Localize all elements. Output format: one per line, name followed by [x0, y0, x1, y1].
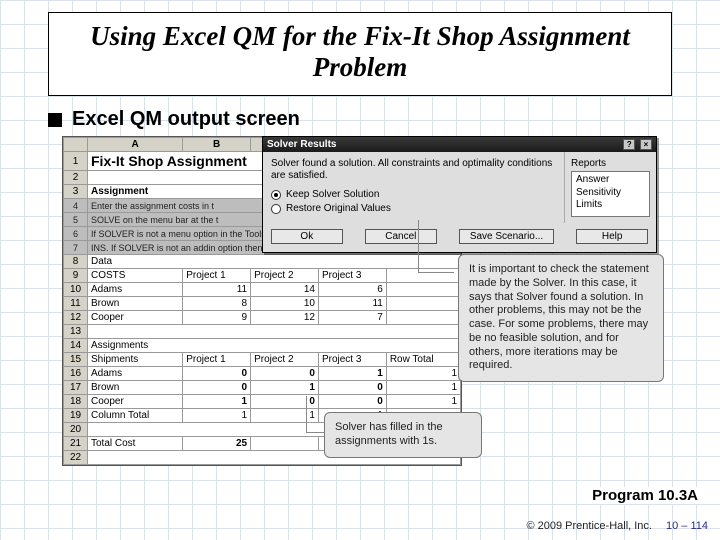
save-scenario-button[interactable]: Save Scenario...: [459, 229, 554, 244]
leader-line: [306, 396, 307, 432]
figure-stage: A B C D E 1Fix-It Shop Assignment 2 3Ass…: [62, 136, 660, 476]
reports-label: Reports: [571, 158, 650, 169]
report-option[interactable]: Sensitivity: [576, 187, 645, 200]
radio-restore-label: Restore Original Values: [286, 203, 391, 214]
leader-line: [306, 432, 324, 433]
col-B: B: [183, 138, 251, 152]
callout-solver-statement: It is important to check the statement m…: [458, 254, 664, 382]
slide-title: Using Excel QM for the Fix-It Shop Assig…: [59, 21, 661, 83]
assignments-label: Assignments: [88, 339, 461, 353]
close-icon[interactable]: ×: [640, 139, 652, 150]
cancel-button[interactable]: Cancel: [365, 229, 437, 244]
copyright: © 2009 Prentice-Hall, Inc.: [526, 520, 652, 532]
bullet-row: Excel QM output screen: [48, 108, 300, 131]
dialog-titlebar: Solver Results ? ×: [263, 137, 656, 152]
radio-restore-values[interactable]: Restore Original Values: [271, 203, 556, 214]
solver-message: Solver found a solution. All constraints…: [271, 158, 556, 181]
slide-footer: © 2009 Prentice-Hall, Inc. 10 – 114: [526, 520, 708, 532]
callout-filled-assignments: Solver has filled in the assignments wit…: [324, 412, 482, 458]
solver-results-dialog: Solver Results ? × Solver found a soluti…: [262, 136, 657, 253]
col-A: A: [88, 138, 183, 152]
dialog-title: Solver Results: [267, 139, 336, 150]
ok-button[interactable]: Ok: [271, 229, 343, 244]
radio-dot-icon: [271, 204, 281, 214]
leader-line: [418, 272, 454, 273]
page-number: 10 – 114: [666, 520, 708, 532]
corner-cell: [64, 138, 88, 152]
bullet-square-icon: [48, 113, 62, 127]
radio-keep-solution[interactable]: Keep Solver Solution: [271, 189, 556, 200]
radio-dot-icon: [271, 190, 281, 200]
slide-title-box: Using Excel QM for the Fix-It Shop Assig…: [48, 12, 672, 96]
help-button[interactable]: Help: [576, 229, 648, 244]
program-label: Program 10.3A: [590, 487, 700, 504]
report-option[interactable]: Answer: [576, 174, 645, 187]
reports-listbox[interactable]: Answer Sensitivity Limits: [571, 171, 650, 217]
leader-line: [418, 220, 419, 272]
bullet-text: Excel QM output screen: [72, 108, 300, 131]
data-label: Data: [88, 255, 461, 269]
radio-keep-label: Keep Solver Solution: [286, 189, 379, 200]
help-icon[interactable]: ?: [623, 139, 635, 150]
report-option[interactable]: Limits: [576, 199, 645, 212]
